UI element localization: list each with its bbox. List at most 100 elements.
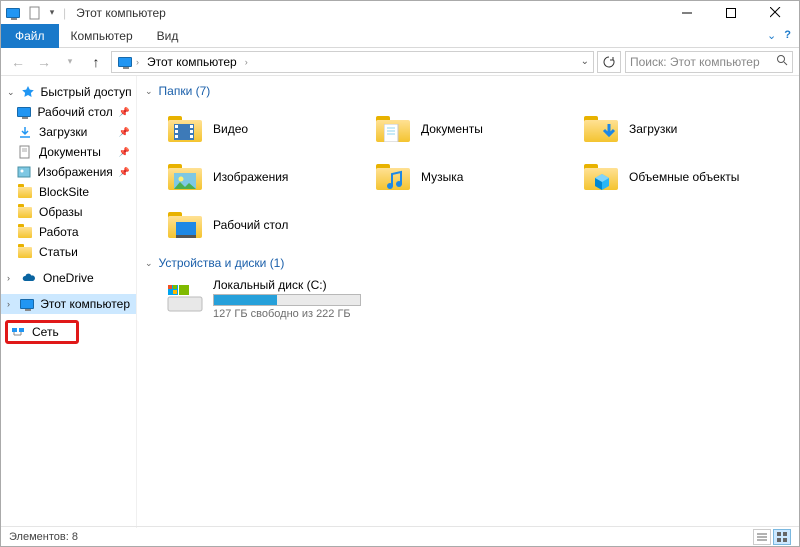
sidebar-network[interactable]: Сеть bbox=[5, 320, 79, 344]
folder-music[interactable]: Музыка bbox=[373, 154, 573, 200]
qat-dropdown-icon[interactable]: ▾ bbox=[47, 3, 57, 23]
sidebar-onedrive[interactable]: › OneDrive bbox=[1, 268, 136, 288]
main-area: ⌄ Быстрый доступ Рабочий стол📌 Загрузки📌… bbox=[1, 76, 799, 528]
ribbon-tabs: Файл Компьютер Вид ⌄ ? bbox=[1, 24, 799, 48]
view-details-button[interactable] bbox=[753, 529, 771, 545]
desktop-icon bbox=[165, 205, 205, 245]
sidebar-item-desktop[interactable]: Рабочий стол📌 bbox=[1, 102, 136, 122]
minimize-button[interactable] bbox=[665, 1, 709, 24]
folder-videos[interactable]: Видео bbox=[165, 106, 365, 152]
chevron-right-icon: › bbox=[7, 299, 14, 309]
nav-back-button[interactable]: ← bbox=[7, 51, 29, 73]
sidebar-item-label: Изображения bbox=[37, 165, 112, 179]
sidebar-item-label: Образы bbox=[39, 205, 83, 219]
sidebar-item-label: Документы bbox=[39, 145, 101, 159]
folder-label: Изображения bbox=[213, 170, 288, 184]
drive-capacity-bar bbox=[213, 294, 361, 306]
folder-documents[interactable]: Документы bbox=[373, 106, 573, 152]
separator: | bbox=[63, 6, 66, 20]
chevron-down-icon: ⌄ bbox=[145, 258, 153, 269]
drive-free-space: 127 ГБ свободно из 222 ГБ bbox=[213, 308, 495, 320]
sidebar-item-label: BlockSite bbox=[39, 185, 89, 199]
folders-grid: Видео Документы Загрузки Изображения Муз… bbox=[165, 106, 791, 248]
nav-recent-dropdown[interactable]: ▾ bbox=[59, 51, 81, 73]
computer-tab[interactable]: Компьютер bbox=[59, 24, 145, 48]
group-drives[interactable]: ⌄ Устройства и диски (1) bbox=[145, 256, 791, 270]
folder-icon bbox=[17, 204, 33, 220]
sidebar-this-pc[interactable]: › Этот компьютер bbox=[1, 294, 136, 314]
sidebar-item-documents[interactable]: Документы 📌 bbox=[1, 142, 136, 162]
sidebar-item-obrazy[interactable]: Образы bbox=[1, 202, 136, 222]
pictures-icon bbox=[165, 157, 205, 197]
sidebar-item-label: Работа bbox=[39, 225, 79, 239]
nav-forward-button[interactable]: → bbox=[33, 51, 55, 73]
folder-pictures[interactable]: Изображения bbox=[165, 154, 365, 200]
onedrive-icon bbox=[21, 270, 37, 286]
downloads-icon bbox=[581, 109, 621, 149]
sidebar-item-label: Сеть bbox=[32, 325, 59, 339]
help-icon[interactable]: ? bbox=[784, 29, 791, 42]
folder-label: Рабочий стол bbox=[213, 218, 288, 232]
folder-label: Объемные объекты bbox=[629, 170, 739, 184]
status-bar: Элементов: 8 bbox=[1, 526, 799, 546]
folder-desktop[interactable]: Рабочий стол bbox=[165, 202, 365, 248]
pin-icon: 📌 bbox=[119, 147, 130, 158]
view-large-icons-button[interactable] bbox=[773, 529, 791, 545]
drive-c[interactable]: Локальный диск (C:) 127 ГБ свободно из 2… bbox=[165, 278, 495, 320]
search-input[interactable]: Поиск: Этот компьютер bbox=[625, 51, 793, 73]
music-icon bbox=[373, 157, 413, 197]
address-bar[interactable]: › Этот компьютер› ⌄ bbox=[111, 51, 594, 73]
sidebar-quick-access[interactable]: ⌄ Быстрый доступ bbox=[1, 82, 136, 102]
this-pc-icon[interactable] bbox=[3, 3, 23, 23]
qat-doc-icon[interactable] bbox=[25, 3, 45, 23]
sidebar-item-blocksite[interactable]: BlockSite bbox=[1, 182, 136, 202]
desktop-icon bbox=[17, 104, 31, 120]
window-title: Этот компьютер bbox=[76, 6, 166, 20]
folder-label: Видео bbox=[213, 122, 248, 136]
path-root-icon[interactable]: › bbox=[116, 57, 141, 67]
documents-icon bbox=[17, 144, 33, 160]
search-placeholder: Поиск: Этот компьютер bbox=[630, 55, 760, 69]
star-icon bbox=[21, 84, 35, 100]
title-bar: ▾ | Этот компьютер bbox=[1, 1, 799, 24]
sidebar-item-pictures[interactable]: Изображения 📌 bbox=[1, 162, 136, 182]
ribbon-expand-icon[interactable]: ⌄ bbox=[767, 29, 776, 42]
group-label: Устройства и диски (1) bbox=[159, 256, 285, 270]
view-tab[interactable]: Вид bbox=[145, 24, 191, 48]
address-bar-row: ← → ▾ ↑ › Этот компьютер› ⌄ Поиск: Этот … bbox=[1, 48, 799, 76]
maximize-button[interactable] bbox=[709, 1, 753, 24]
breadcrumb-this-pc[interactable]: Этот компьютер bbox=[147, 55, 237, 69]
status-item-count: Элементов: 8 bbox=[9, 531, 78, 543]
documents-icon bbox=[373, 109, 413, 149]
pin-icon: 📌 bbox=[119, 167, 130, 178]
sidebar-item-stati[interactable]: Статьи bbox=[1, 242, 136, 262]
search-icon[interactable] bbox=[776, 54, 788, 69]
address-dropdown-icon[interactable]: ⌄ bbox=[581, 56, 589, 67]
sidebar-item-rabota[interactable]: Работа bbox=[1, 222, 136, 242]
3d-objects-icon bbox=[581, 157, 621, 197]
pin-icon: 📌 bbox=[119, 127, 130, 138]
navigation-pane: ⌄ Быстрый доступ Рабочий стол📌 Загрузки📌… bbox=[1, 76, 137, 528]
folder-label: Музыка bbox=[421, 170, 463, 184]
folder-label: Загрузки bbox=[629, 122, 677, 136]
downloads-icon bbox=[17, 124, 33, 140]
sidebar-item-label: Этот компьютер bbox=[40, 297, 130, 311]
sidebar-item-label: Рабочий стол bbox=[37, 105, 112, 119]
refresh-button[interactable] bbox=[597, 51, 621, 73]
sidebar-item-label: Статьи bbox=[39, 245, 78, 259]
folder-downloads[interactable]: Загрузки bbox=[581, 106, 781, 152]
drive-name: Локальный диск (C:) bbox=[213, 278, 495, 292]
close-button[interactable] bbox=[753, 1, 797, 24]
pictures-icon bbox=[17, 164, 31, 180]
group-folders[interactable]: ⌄Папки (7) bbox=[145, 84, 791, 98]
network-icon bbox=[10, 324, 26, 340]
drive-icon bbox=[165, 278, 205, 318]
sidebar-item-label: OneDrive bbox=[43, 271, 94, 285]
folder-3d-objects[interactable]: Объемные объекты bbox=[581, 154, 781, 200]
sidebar-item-downloads[interactable]: Загрузки📌 bbox=[1, 122, 136, 142]
chevron-right-icon: › bbox=[7, 273, 15, 283]
file-tab[interactable]: Файл bbox=[1, 24, 59, 48]
folder-icon bbox=[17, 184, 33, 200]
sidebar-item-label: Быстрый доступ bbox=[41, 85, 132, 99]
nav-up-button[interactable]: ↑ bbox=[85, 51, 107, 73]
